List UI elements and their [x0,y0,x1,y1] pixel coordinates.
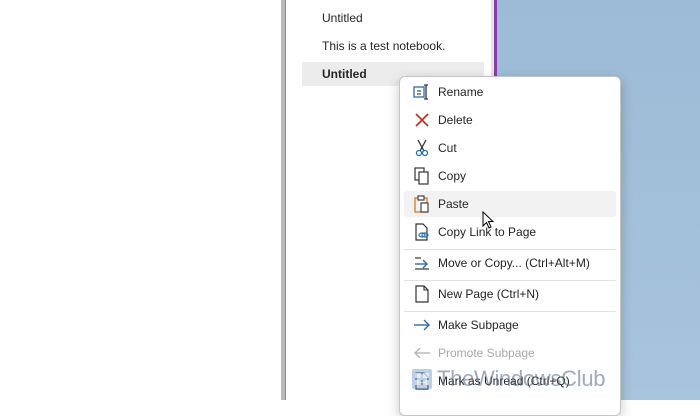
clipboard-icon [412,194,432,214]
menu-item-label: Cut [438,141,457,155]
arrow-left-icon [412,343,432,363]
context-menu: Rename Delete Cut Copy Paste Copy Link t… [399,76,621,416]
menu-item-label: Rename [438,85,484,99]
menu-item-cut[interactable]: Cut [404,135,616,161]
mouse-cursor-icon [482,211,494,229]
delete-x-icon [412,110,432,130]
menu-item-paste[interactable]: Paste [404,191,616,217]
menu-item-label: Make Subpage [438,318,519,332]
notebook-left-pane [0,0,281,400]
menu-item-make-subpage[interactable]: Make Subpage [404,312,616,338]
menu-item-label: Copy [438,169,467,183]
page-item-label: Untitled [322,67,367,81]
page-item-label: Untitled [322,11,363,25]
menu-item-copy-link[interactable]: Copy Link to Page [404,219,616,245]
menu-item-copy[interactable]: Copy [404,163,616,189]
menu-item-rename[interactable]: Rename [404,79,616,105]
menu-item-label: Paste [438,197,469,211]
scissors-icon [412,138,432,158]
link-page-icon [412,222,432,242]
menu-item-new-page[interactable]: New Page (Ctrl+N) [404,281,616,307]
menu-item-label: Delete [438,113,473,127]
watermark: TheWindowsClub [411,366,606,391]
new-page-icon [412,284,432,304]
page-item-label: This is a test notebook. [322,39,446,53]
watermark-text: TheWindowsClub [437,366,606,391]
move-arrow-icon [412,253,432,273]
watermark-logo-icon [412,369,432,389]
rename-icon [412,82,432,102]
copy-icon [412,166,432,186]
menu-item-move-or-copy[interactable]: Move or Copy... (Ctrl+Alt+M) [404,250,616,276]
menu-item-label: Move or Copy... (Ctrl+Alt+M) [438,256,590,270]
menu-item-delete[interactable]: Delete [404,107,616,133]
menu-item-label: Promote Subpage [438,346,535,360]
menu-item-label: New Page (Ctrl+N) [438,287,540,301]
arrow-right-icon [412,315,432,335]
page-item[interactable]: Untitled [302,6,484,30]
page-item[interactable]: This is a test notebook. [302,34,484,58]
menu-item-promote-subpage[interactable]: Promote Subpage [404,340,616,366]
